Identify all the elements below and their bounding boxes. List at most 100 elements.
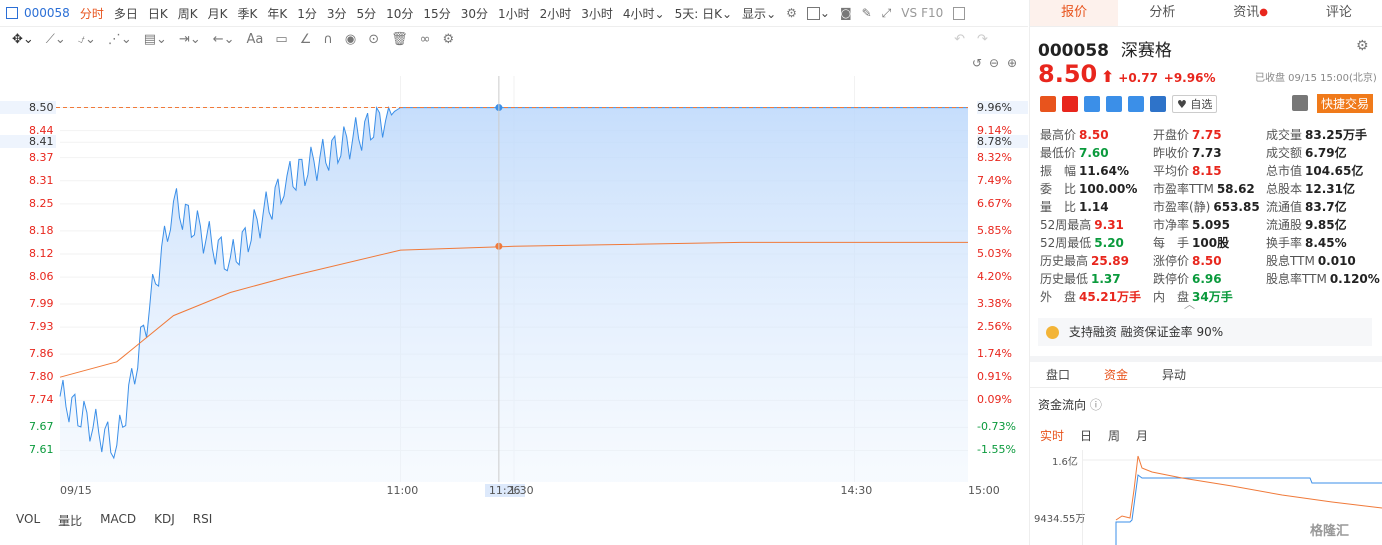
tab-5min[interactable]: 5分: [357, 5, 377, 22]
tab-day[interactable]: 日: [1080, 427, 1092, 444]
tab-week[interactable]: 周: [1108, 427, 1120, 444]
settings-icon[interactable]: ⚙: [786, 6, 797, 20]
tab-30min[interactable]: 30分: [461, 5, 488, 22]
zoom-in-icon[interactable]: ⊕: [1007, 56, 1017, 70]
eye-icon[interactable]: ◉: [345, 32, 356, 47]
stat-value: 45.21万手: [1079, 290, 1141, 304]
quick-trade-button[interactable]: 快捷交易: [1317, 94, 1374, 113]
draw-settings-icon[interactable]: ⚙: [442, 32, 454, 47]
tab-yuek[interactable]: 月K: [208, 5, 228, 22]
stat-value: 34万手: [1192, 290, 1233, 304]
tab-1h[interactable]: 1小时: [498, 5, 530, 22]
tab-10min[interactable]: 10分: [386, 5, 413, 22]
polyline-tool-icon[interactable]: ⍻⌄: [78, 32, 96, 47]
tab-vol[interactable]: VOL: [16, 512, 40, 529]
intraday-chart[interactable]: 8.50 8.44 8.41 8.37 8.31 8.25 8.18 8.12 8.06 7.99…: [0, 52, 1028, 505]
tab-zhouk[interactable]: 周K: [178, 5, 198, 22]
flag-icon[interactable]: [1040, 96, 1056, 112]
pen-icon[interactable]: ✎: [862, 6, 872, 20]
stat-cell: 最低价 7.60: [1040, 144, 1153, 162]
panel-tabs: 报价 分析 资讯● 评论: [1030, 0, 1382, 27]
y-tick-right: 7.49%: [977, 173, 1012, 187]
tab-15min[interactable]: 15分: [423, 5, 450, 22]
angle-tool-icon[interactable]: ∠: [300, 32, 312, 47]
move-icon[interactable]: ✥⌄: [12, 32, 34, 47]
hot-icon[interactable]: [1062, 96, 1078, 112]
doc-icon[interactable]: [1150, 96, 1166, 112]
watermark-logo: 格隆汇: [1310, 520, 1349, 539]
tab-2h[interactable]: 2小时: [540, 5, 572, 22]
coin-icon: [1046, 326, 1059, 339]
settings-icon[interactable]: ⚙: [1356, 38, 1369, 54]
tab-jik[interactable]: 季K: [237, 5, 257, 22]
stat-label: 股息TTM: [1266, 254, 1315, 268]
tab-liangbi[interactable]: 量比: [58, 512, 82, 529]
news-dot-icon: ●: [1259, 7, 1268, 18]
wave-tool-icon[interactable]: ⋰⌄: [108, 32, 132, 47]
stats-row: 历史最高 25.89 涨停价 8.50 股息TTM 0.010: [1040, 252, 1380, 270]
tab-comments[interactable]: 评论: [1295, 0, 1382, 26]
redo-icon[interactable]: ↷: [977, 32, 988, 47]
fib-tool-icon[interactable]: ▤⌄: [144, 32, 167, 47]
fullscreen-icon[interactable]: ⤢: [882, 6, 892, 21]
five-day-dropdown[interactable]: 5天: 日K⌄: [675, 5, 732, 22]
s-icon[interactable]: [1106, 96, 1122, 112]
camera-icon[interactable]: ◙: [840, 6, 852, 20]
comment-tool-icon[interactable]: ▭: [275, 32, 287, 47]
tab-3min[interactable]: 3分: [327, 5, 347, 22]
measure-tool-icon[interactable]: ⇥⌄: [179, 32, 201, 47]
tab-niank[interactable]: 年K: [267, 5, 287, 22]
y-tick-left: 8.25: [29, 196, 54, 210]
shuffle-icon[interactable]: [1084, 96, 1100, 112]
f10-button[interactable]: F10: [921, 6, 943, 20]
tab-1min[interactable]: 1分: [297, 5, 317, 22]
y-tick-right: -0.73%: [977, 420, 1016, 434]
tab-analysis[interactable]: 分析: [1118, 0, 1206, 26]
line-tool-icon[interactable]: ⟋⌄: [46, 32, 66, 47]
tab-quote[interactable]: 报价: [1030, 0, 1119, 26]
display-dropdown[interactable]: 显示⌄: [742, 5, 776, 22]
tab-yidong[interactable]: 异动: [1162, 366, 1186, 383]
bell-icon[interactable]: [1292, 95, 1308, 111]
tab-realtime[interactable]: 实时: [1040, 427, 1064, 444]
tab-rik[interactable]: 日K: [148, 5, 168, 22]
market-status: 已收盘 09/15 15:00(北京): [1255, 73, 1377, 84]
zoom-out-icon[interactable]: ⊖: [989, 56, 999, 70]
tab-macd[interactable]: MACD: [100, 512, 136, 529]
magnet-icon[interactable]: ∩: [323, 32, 333, 47]
stat-cell: 跌停价 6.96: [1153, 270, 1266, 288]
info-icon[interactable]: ⓘ: [1090, 398, 1102, 412]
stat-label: 股息率TTM: [1266, 272, 1327, 286]
tab-month[interactable]: 月: [1136, 427, 1148, 444]
stat-cell: 历史最低 1.37: [1040, 270, 1153, 288]
tab-rsi[interactable]: RSI: [193, 512, 213, 529]
target-icon[interactable]: ⊙: [368, 32, 379, 47]
stat-value: 0.010: [1317, 254, 1356, 268]
y-tick-right: 5.85%: [977, 223, 1012, 237]
square-icon[interactable]: ⌄: [806, 6, 830, 20]
vs-button[interactable]: VS: [901, 6, 917, 20]
reset-icon[interactable]: ↺: [972, 56, 982, 70]
tag-icon[interactable]: [1128, 96, 1144, 112]
tab-fenshi[interactable]: 分时: [80, 5, 104, 22]
undo-icon[interactable]: ↶: [954, 32, 965, 47]
watch-button[interactable]: ♥ 自选: [1172, 95, 1218, 113]
tab-news[interactable]: 资讯●: [1207, 0, 1295, 26]
tab-zijin[interactable]: 资金: [1104, 366, 1128, 383]
panel-toggle-icon[interactable]: [953, 6, 966, 20]
stat-cell: 总市值 104.65亿: [1266, 162, 1379, 180]
tab-3h[interactable]: 3小时: [581, 5, 613, 22]
checkbox-icon[interactable]: [6, 7, 18, 19]
tab-duori[interactable]: 多日: [114, 5, 138, 22]
arrow-tool-icon[interactable]: ←⌄: [213, 32, 235, 47]
y-tick-left: 8.18: [29, 223, 54, 237]
tab-pankou[interactable]: 盘口: [1046, 366, 1070, 383]
tab-kdj[interactable]: KDJ: [154, 512, 175, 529]
expand-icon[interactable]: ︿: [1184, 296, 1195, 312]
stats-row: 振 幅 11.64% 平均价 8.15 总市值 104.65亿: [1040, 162, 1380, 180]
text-tool-icon[interactable]: Aa: [247, 32, 264, 47]
link-icon[interactable]: ∞: [420, 32, 431, 47]
stat-label: 最低价: [1040, 146, 1077, 160]
trash-icon[interactable]: 🗑: [391, 32, 408, 47]
tab-4h-dropdown[interactable]: 4小时⌄: [623, 5, 665, 22]
